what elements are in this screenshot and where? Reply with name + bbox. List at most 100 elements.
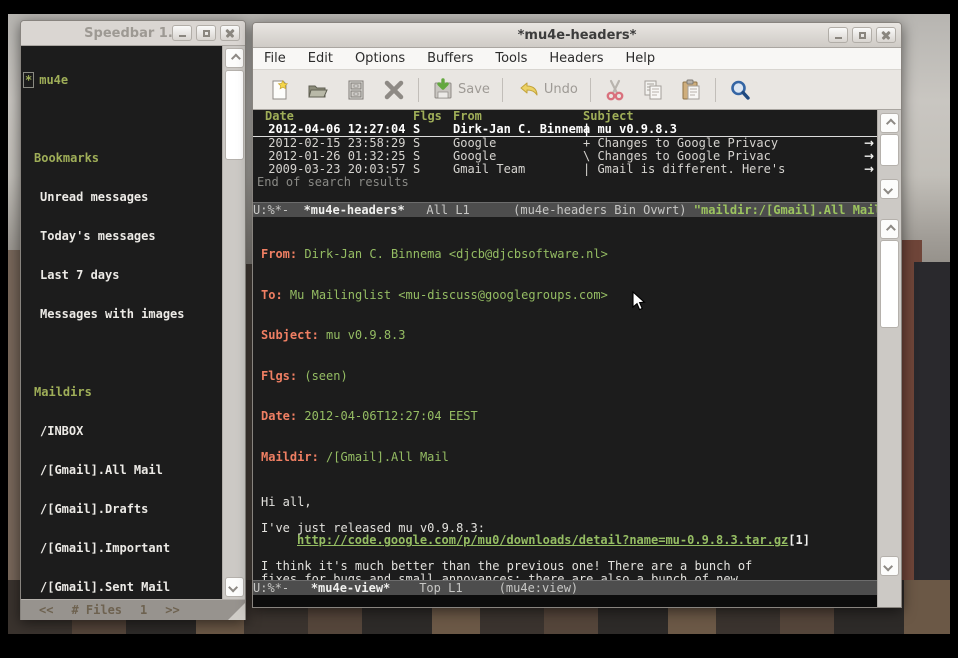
speedbar-item-important[interactable]: /[Gmail].Important [21, 542, 222, 555]
close-buffer-button[interactable] [375, 74, 413, 106]
paste-icon [679, 78, 703, 102]
open-file-button[interactable] [299, 74, 337, 106]
scroll-up-button[interactable] [225, 48, 244, 68]
undo-button[interactable]: Undo [508, 74, 585, 106]
view-modeline: U:%*- *mu4e-view* Top L1 (mu4e:view) [253, 580, 877, 595]
emacs-titlebar[interactable]: *mu4e-headers* [253, 23, 901, 48]
desktop-root: Speedbar 1.0 *mu4e Bookmarks Unread mess… [0, 0, 958, 658]
menu-help[interactable]: Help [615, 49, 667, 68]
undo-icon [515, 78, 541, 102]
dired-button[interactable] [337, 74, 375, 106]
toolbar: Save Undo [253, 70, 901, 110]
menu-buffers[interactable]: Buffers [416, 49, 484, 68]
wallpaper-building [914, 262, 950, 634]
menu-headers[interactable]: Headers [538, 49, 614, 68]
undo-label: Undo [544, 82, 578, 97]
copy-icon [641, 78, 665, 102]
chevron-up-icon [886, 224, 896, 234]
field-date: Date: 2012-04-06T12:27:04 EEST [261, 410, 877, 424]
speedbar-item-today[interactable]: Today's messages [21, 230, 222, 243]
resize-grip[interactable] [228, 603, 245, 620]
menu-edit[interactable]: Edit [297, 49, 344, 68]
close-button[interactable] [220, 25, 240, 41]
emacs-window-title: *mu4e-headers* [518, 28, 637, 43]
message-row[interactable]: 2009-03-23 20:03:57 S Gmail Team | Gmail… [253, 163, 877, 176]
speedbar-root[interactable]: *mu4e [21, 74, 222, 87]
speedbar-window-title: Speedbar 1.0 [84, 26, 182, 41]
speedbar-item-sent[interactable]: /[Gmail].Sent Mail [21, 581, 222, 594]
toolbar-separator [715, 78, 716, 102]
menu-file[interactable]: File [253, 49, 297, 68]
scroll-down-button[interactable] [880, 556, 899, 576]
speedbar-window: Speedbar 1.0 *mu4e Bookmarks Unread mess… [20, 20, 246, 620]
close-button[interactable] [876, 27, 896, 43]
scroll-up-button[interactable] [880, 113, 899, 133]
scroll-down-button[interactable] [880, 179, 899, 199]
speedbar-item-unread[interactable]: Unread messages [21, 191, 222, 204]
close-icon [881, 30, 891, 40]
field-to: To: Mu Mailinglist <mu-discuss@googlegro… [261, 289, 877, 303]
speedbar-item-inbox[interactable]: /INBOX [21, 425, 222, 438]
save-button[interactable]: Save [424, 74, 497, 106]
end-of-results-text: End of search results [253, 176, 877, 189]
chevron-down-icon [883, 561, 893, 571]
minimize-icon [179, 35, 186, 37]
mu4e-view-buffer: From: Dirk-Jan C. Binnema <djcb@djcbsoft… [253, 217, 877, 580]
cut-button[interactable] [596, 74, 634, 106]
scroll-up-button[interactable] [880, 219, 899, 239]
maximize-icon [203, 30, 210, 37]
chevron-up-icon [886, 118, 896, 128]
field-flags: Flgs: (seen) [261, 370, 877, 384]
message-row[interactable]: 2012-04-06 12:27:04 S Dirk-Jan C. Binnem… [253, 123, 877, 137]
paste-button[interactable] [672, 74, 710, 106]
toolbar-separator [590, 78, 591, 102]
scroll-down-button[interactable] [225, 577, 244, 597]
scrollbar-thumb[interactable] [880, 240, 899, 328]
maximize-button[interactable] [852, 27, 872, 43]
new-file-button[interactable] [261, 74, 299, 106]
search-button[interactable] [721, 74, 759, 106]
scissors-icon [603, 78, 627, 102]
minimize-button[interactable] [828, 27, 848, 43]
new-file-icon [268, 78, 292, 102]
save-label: Save [458, 82, 490, 97]
message-body-rest: I think it's much better than the previo… [253, 547, 877, 580]
speedbar-item-allmail[interactable]: /[Gmail].All Mail [21, 464, 222, 477]
message-body-intro: Hi all, I've just released mu v0.9.8.3: [253, 496, 877, 534]
speedbar-titlebar[interactable]: Speedbar 1.0 [21, 21, 245, 46]
headers-modeline: U:%*- *mu4e-headers* All L1 (mu4e-header… [253, 202, 877, 217]
speedbar-section-maildirs: Maildirs [21, 386, 222, 399]
speedbar-scrollbar[interactable] [222, 46, 245, 599]
close-x-icon [382, 78, 406, 102]
speedbar-buffer: *mu4e Bookmarks Unread messages Today's … [21, 46, 245, 599]
scrollbar-thumb[interactable] [880, 134, 899, 166]
speedbar-modeline: << # Files 1 >> [21, 599, 245, 620]
copy-button[interactable] [634, 74, 672, 106]
menubar: File Edit Options Buffers Tools Headers … [253, 48, 901, 70]
modeline-buffer-name: *mu4e-headers* [304, 203, 405, 217]
emacs-window: *mu4e-headers* File Edit Options Buffers… [252, 22, 902, 608]
message-link-line: http://code.google.com/p/mu0/downloads/d… [253, 534, 877, 547]
maximize-button[interactable] [196, 25, 216, 41]
chevron-down-icon [228, 582, 238, 592]
echo-area[interactable] [253, 595, 901, 607]
speedbar-item-drafts[interactable]: /[Gmail].Drafts [21, 503, 222, 516]
maximize-icon [859, 32, 866, 39]
toolbar-separator [502, 78, 503, 102]
column-subject[interactable]: Subject [583, 110, 877, 123]
speedbar-item-images[interactable]: Messages with images [21, 308, 222, 321]
menu-options[interactable]: Options [344, 49, 416, 68]
speedbar-item-last7[interactable]: Last 7 days [21, 269, 222, 282]
truncation-arrow-icon: → [864, 163, 874, 176]
menu-tools[interactable]: Tools [484, 49, 538, 68]
emacs-frame-body: Date Flgs From Subject 2012-04-06 12:27:… [253, 110, 901, 607]
speedbar-section-bookmarks: Bookmarks [21, 152, 222, 165]
modeline-maildir: "maildir:/[Gmail].All Mail" [694, 203, 877, 217]
search-icon [728, 78, 752, 102]
link-footnote: [1] [788, 533, 810, 547]
download-link[interactable]: http://code.google.com/p/mu0/downloads/d… [297, 533, 788, 547]
field-subject: Subject: mu v0.9.8.3 [261, 329, 877, 343]
minimize-button[interactable] [172, 25, 192, 41]
emacs-scrollbar-column[interactable] [877, 110, 901, 607]
scrollbar-thumb[interactable] [225, 70, 244, 160]
